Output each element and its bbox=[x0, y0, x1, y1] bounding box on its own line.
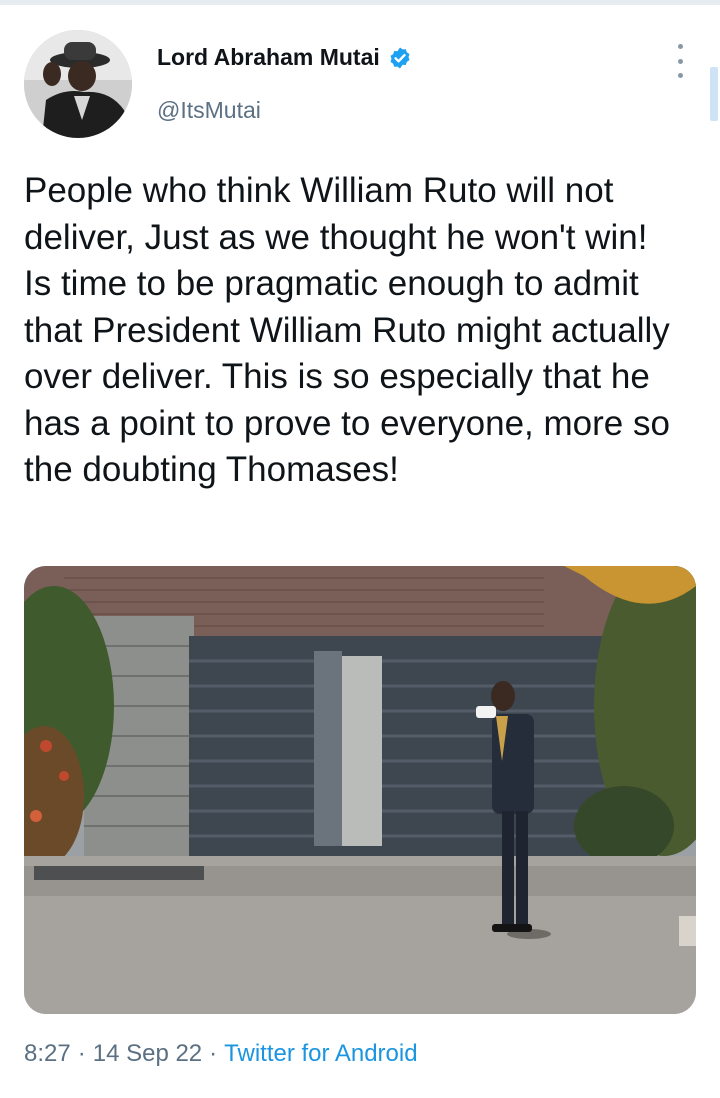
avatar[interactable] bbox=[24, 30, 132, 138]
more-vertical-icon-dot bbox=[677, 44, 683, 49]
display-name[interactable]: Lord Abraham Mutai bbox=[157, 44, 380, 71]
photo-illustration bbox=[24, 566, 696, 1014]
user-handle[interactable]: @ItsMutai bbox=[157, 97, 261, 124]
verified-badge-icon bbox=[390, 47, 410, 68]
avatar-image bbox=[24, 30, 132, 138]
scrollbar[interactable] bbox=[710, 67, 718, 121]
tweet-date[interactable]: 14 Sep 22 bbox=[93, 1040, 202, 1068]
tweet-meta: 8:27 · 14 Sep 22 · Twitter for Android bbox=[24, 1040, 418, 1068]
tweet-source-link[interactable]: Twitter for Android bbox=[224, 1040, 417, 1068]
meta-separator: · bbox=[77, 1040, 86, 1067]
more-vertical-icon-dot bbox=[677, 58, 683, 64]
more-vertical-icon-dot bbox=[677, 73, 683, 78]
tweet-photo[interactable] bbox=[24, 566, 696, 1014]
tweet-text: People who think William Ruto will not d… bbox=[24, 171, 670, 489]
top-divider bbox=[0, 0, 720, 5]
meta-separator: · bbox=[209, 1040, 218, 1067]
more-options-button[interactable] bbox=[668, 44, 692, 78]
tweet-time[interactable]: 8:27 bbox=[24, 1040, 71, 1068]
